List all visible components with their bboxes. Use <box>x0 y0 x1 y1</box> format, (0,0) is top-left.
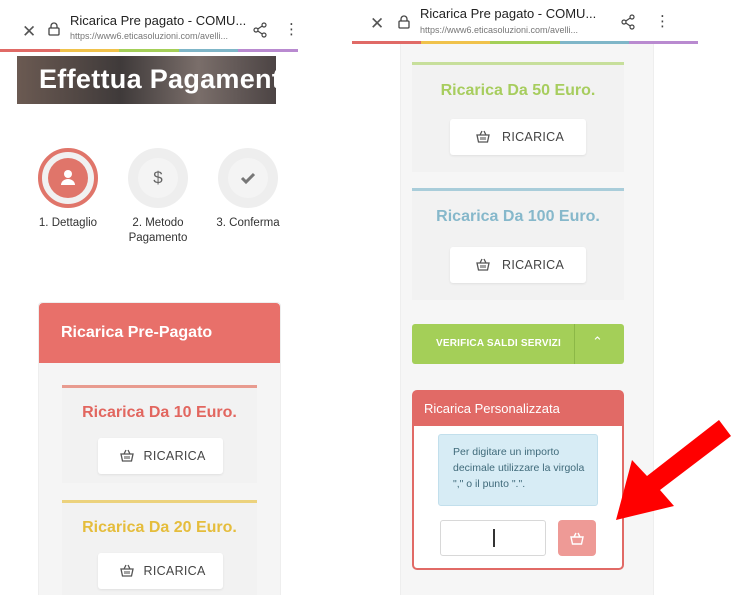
option-ricarica-100: Ricarica Da 100 Euro. RICARICA <box>412 188 624 300</box>
ricarica-personalizzata-box: Ricarica Personalizzata Per digitare un … <box>412 390 624 570</box>
button-label: RICARICA <box>143 564 206 578</box>
browser-url[interactable]: https://www6.eticasoluzioni.com/avelli..… <box>420 25 578 35</box>
hero-banner: Effettua Pagamento <box>17 56 276 104</box>
option-ricarica-10: Ricarica Da 10 Euro. RICARICA <box>62 385 257 483</box>
card-title: Ricarica Pre-Pagato <box>61 324 213 341</box>
basket-icon <box>476 130 490 143</box>
hero-title: Effettua Pagamento <box>39 64 276 94</box>
option-title: Ricarica Da 10 Euro. <box>82 404 237 421</box>
stripe-segment <box>238 49 298 52</box>
basket-icon <box>119 564 134 577</box>
user-icon <box>48 158 88 198</box>
left-phone-screen: ✕ Ricarica Pre pagato - COMU... https://… <box>0 0 298 595</box>
verifica-label: VERIFICA SALDI SERVIZI <box>436 338 561 349</box>
red-arrow-annotation <box>616 420 731 520</box>
step-conferma[interactable] <box>218 148 278 208</box>
stripe-segment <box>0 49 60 52</box>
more-options-icon[interactable]: ⋮ <box>655 14 670 29</box>
step-label: 1. Dettaglio <box>38 217 98 229</box>
share-icon[interactable] <box>620 14 636 30</box>
dollar-icon: $ <box>138 158 178 198</box>
amount-input[interactable] <box>440 520 546 556</box>
step-dettaglio[interactable] <box>38 148 98 208</box>
step-label: 3. Conferma <box>216 217 280 229</box>
personal-header: Ricarica Personalizzata <box>414 392 622 426</box>
ricarica-button[interactable]: RICARICA <box>450 119 586 155</box>
option-ricarica-20: Ricarica Da 20 Euro. RICARICA <box>62 500 257 595</box>
basket-icon <box>476 258 490 271</box>
browser-url[interactable]: https://www6.eticasoluzioni.com/avelli..… <box>70 31 228 41</box>
ricarica-button[interactable]: RICARICA <box>97 438 223 474</box>
personal-ricarica-button[interactable] <box>558 520 596 556</box>
button-label: RICARICA <box>143 449 206 463</box>
button-label: RICARICA <box>502 130 565 144</box>
more-options-icon[interactable]: ⋮ <box>284 22 298 37</box>
basket-icon <box>119 449 134 462</box>
info-text: Per digitare un importo decimale utilizz… <box>453 446 585 490</box>
basket-icon <box>570 532 584 545</box>
share-icon[interactable] <box>252 22 268 38</box>
option-ricarica-50: Ricarica Da 50 Euro. RICARICA <box>412 62 624 172</box>
option-title: Ricarica Da 50 Euro. <box>440 82 596 99</box>
ricarica-card: Ricarica Pre-Pagato Ricarica Da 10 Euro.… <box>38 302 281 595</box>
browser-page-title: Ricarica Pre pagato - COMU... <box>70 13 247 28</box>
close-icon[interactable]: ✕ <box>22 22 36 42</box>
browser-page-title: Ricarica Pre pagato - COMU... <box>420 6 597 21</box>
lock-icon <box>398 15 410 29</box>
personal-title: Ricarica Personalizzata <box>424 401 560 416</box>
step-label: 2. Metodo Pagamento <box>128 217 188 244</box>
verifica-saldi-button[interactable]: VERIFICA SALDI SERVIZI ⌃ <box>412 324 624 364</box>
option-title: Ricarica Da 20 Euro. <box>82 519 237 536</box>
stripe-segment <box>59 49 120 52</box>
browser-toolbar: ✕ Ricarica Pre pagato - COMU... https://… <box>0 0 298 52</box>
screenshot-stage: ✕ Ricarica Pre pagato - COMU... https://… <box>0 0 731 595</box>
decimal-info-alert: Per digitare un importo decimale utilizz… <box>438 434 598 506</box>
card-header: Ricarica Pre-Pagato <box>39 303 280 363</box>
page-load-stripe <box>0 49 298 52</box>
stripe-segment <box>178 49 239 52</box>
button-separator <box>574 324 575 364</box>
step-metodo-pagamento[interactable]: $ <box>128 148 188 208</box>
chevron-up-icon[interactable]: ⌃ <box>592 335 603 350</box>
ricarica-button[interactable]: RICARICA <box>450 247 586 283</box>
stripe-segment <box>119 49 179 52</box>
check-icon <box>228 158 268 198</box>
lock-icon <box>48 22 60 36</box>
button-label: RICARICA <box>502 258 565 272</box>
ricarica-button[interactable]: RICARICA <box>97 553 223 589</box>
text-cursor <box>493 529 495 547</box>
option-title: Ricarica Da 100 Euro. <box>436 208 600 225</box>
close-icon[interactable]: ✕ <box>370 14 384 34</box>
card-body: Ricarica Da 10 Euro. RICARICA Ricarica D… <box>39 363 280 595</box>
